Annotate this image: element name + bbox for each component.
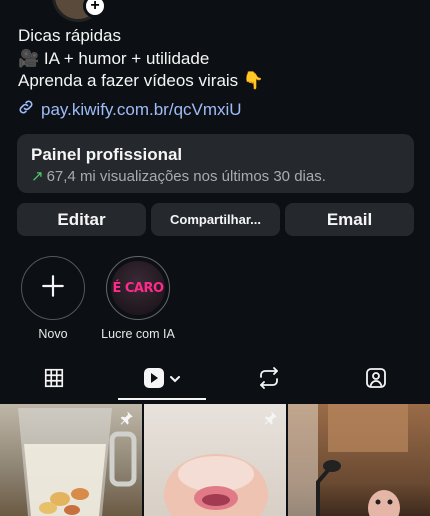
highlight-new[interactable]: Novo xyxy=(21,256,85,341)
highlight-new-ring xyxy=(21,256,85,320)
tagged-icon xyxy=(364,366,388,395)
pin-icon xyxy=(262,410,278,431)
active-tab-indicator xyxy=(118,398,206,400)
dashboard-subtitle: ↗ 67,4 mi visualizações nos últimos 30 di… xyxy=(31,167,326,185)
highlight-cover: É CARO xyxy=(111,261,165,315)
professional-dashboard[interactable]: Painel profissional ↗ 67,4 mi visualizaçõ… xyxy=(17,134,414,193)
link-text: pay.kiwify.com.br/qcVmxiU xyxy=(41,99,242,119)
bio-link[interactable]: pay.kiwify.com.br/qcVmxiU xyxy=(17,98,242,121)
reels-grid xyxy=(0,404,430,516)
edit-profile-button[interactable]: Editar xyxy=(17,203,146,236)
dashboard-stats: 67,4 mi visualizações nos últimos 30 dia… xyxy=(46,168,326,185)
add-story-icon[interactable]: + xyxy=(83,0,107,18)
bio-line: Aprenda a fazer vídeos virais 👇 xyxy=(18,71,265,90)
highlight-lucre-com-ia[interactable]: É CARO Lucre com IA xyxy=(101,256,175,341)
pin-icon xyxy=(118,410,134,431)
highlight-cover-text: É CARO xyxy=(112,280,164,296)
reel-thumbnail[interactable] xyxy=(144,404,286,516)
plus-icon xyxy=(40,273,66,304)
trend-up-icon: ↗ xyxy=(31,168,44,185)
bio-line: Dicas rápidas xyxy=(18,26,121,45)
reels-icon xyxy=(143,367,169,394)
email-button[interactable]: Email xyxy=(285,203,414,236)
link-icon xyxy=(17,98,35,121)
tab-posts[interactable] xyxy=(0,360,107,400)
tab-tagged[interactable] xyxy=(322,360,429,400)
highlight-label: Lucre com IA xyxy=(101,327,175,341)
share-profile-button[interactable]: Compartilhar... xyxy=(151,203,280,236)
profile-tabs xyxy=(0,360,430,402)
podcast-illustration xyxy=(288,404,408,516)
repost-icon xyxy=(257,366,281,395)
dashboard-title: Painel profissional xyxy=(31,145,183,164)
highlight-ring: É CARO xyxy=(106,256,170,320)
reel-thumbnail[interactable] xyxy=(0,404,142,516)
highlight-label: Novo xyxy=(38,327,68,341)
chevron-down-icon xyxy=(169,371,181,389)
tab-reposts[interactable] xyxy=(215,360,322,400)
profile-bio: Dicas rápidas 🎥 IA + humor + utilidade A… xyxy=(18,25,264,93)
tab-reels[interactable] xyxy=(108,360,215,400)
bio-line: 🎥 IA + humor + utilidade xyxy=(18,48,210,68)
grid-icon xyxy=(43,367,65,394)
reel-thumbnail[interactable] xyxy=(288,404,430,516)
